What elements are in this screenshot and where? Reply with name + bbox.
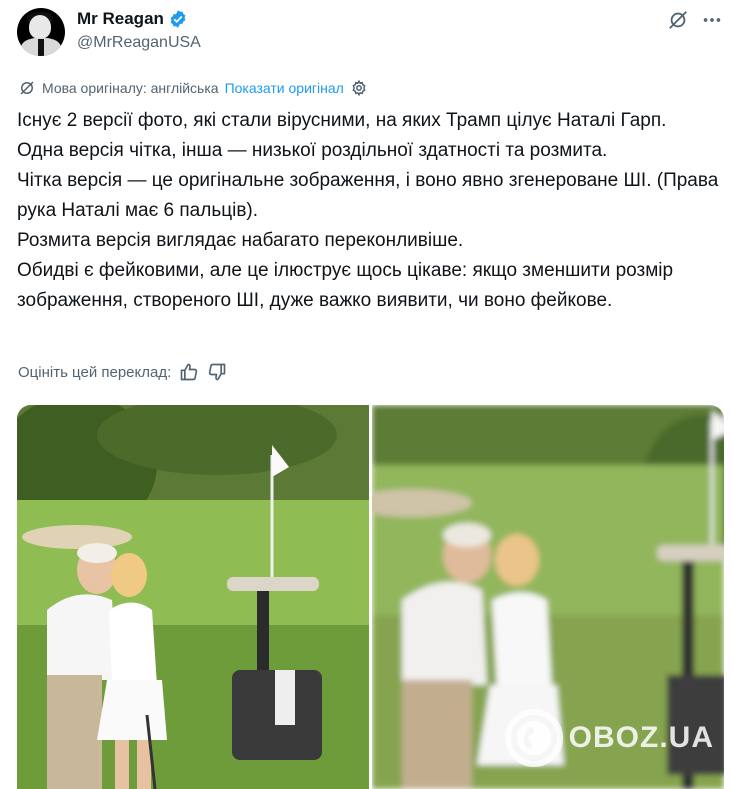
translation-info: Мова оригіналу: англійська Показати ориг… — [18, 79, 368, 97]
media-grid[interactable]: OBOZ.UA — [17, 405, 724, 789]
thumbs-down-icon[interactable] — [207, 362, 227, 382]
more-icon[interactable] — [700, 8, 724, 32]
tweet-line: Розмита версія виглядає набагато перекон… — [17, 230, 464, 251]
tweet-line: Одна версія чітка, інша — низької розділ… — [17, 140, 608, 161]
tweet-line: Існує 2 версії фото, які стали вірусними… — [17, 110, 667, 131]
author-name-row[interactable]: Mr Reagan — [77, 9, 188, 29]
avatar[interactable] — [17, 8, 65, 56]
rate-translation-label: Оцініть цей переклад: — [18, 363, 172, 381]
globe-icon — [504, 709, 563, 767]
rate-translation: Оцініть цей переклад: — [18, 362, 227, 382]
tweet-line: Обидві є фейковими, але це ілюструє щось… — [17, 260, 674, 311]
translate-icon — [20, 81, 34, 95]
watermark-text: OBOZ.UA — [568, 721, 714, 754]
thumbs-up-icon[interactable] — [179, 362, 199, 382]
photo-sharp[interactable] — [17, 405, 369, 789]
author-handle[interactable]: @MrReaganUSA — [77, 34, 201, 52]
original-language-label: Мова оригіналу: англійська — [42, 80, 219, 96]
verified-badge-icon — [170, 10, 186, 28]
watermark: OBOZ.UA — [504, 709, 714, 767]
tweet-text: Існує 2 версії фото, які стали вірусними… — [17, 106, 722, 316]
grok-icon[interactable] — [666, 8, 690, 32]
photo-blurry[interactable]: OBOZ.UA — [372, 405, 724, 789]
author-name[interactable]: Mr Reagan — [77, 9, 164, 29]
tweet-line: Чітка версія — це оригінальне зображення… — [17, 170, 719, 221]
show-original-link[interactable]: Показати оригінал — [225, 80, 344, 96]
settings-icon[interactable] — [350, 79, 368, 97]
